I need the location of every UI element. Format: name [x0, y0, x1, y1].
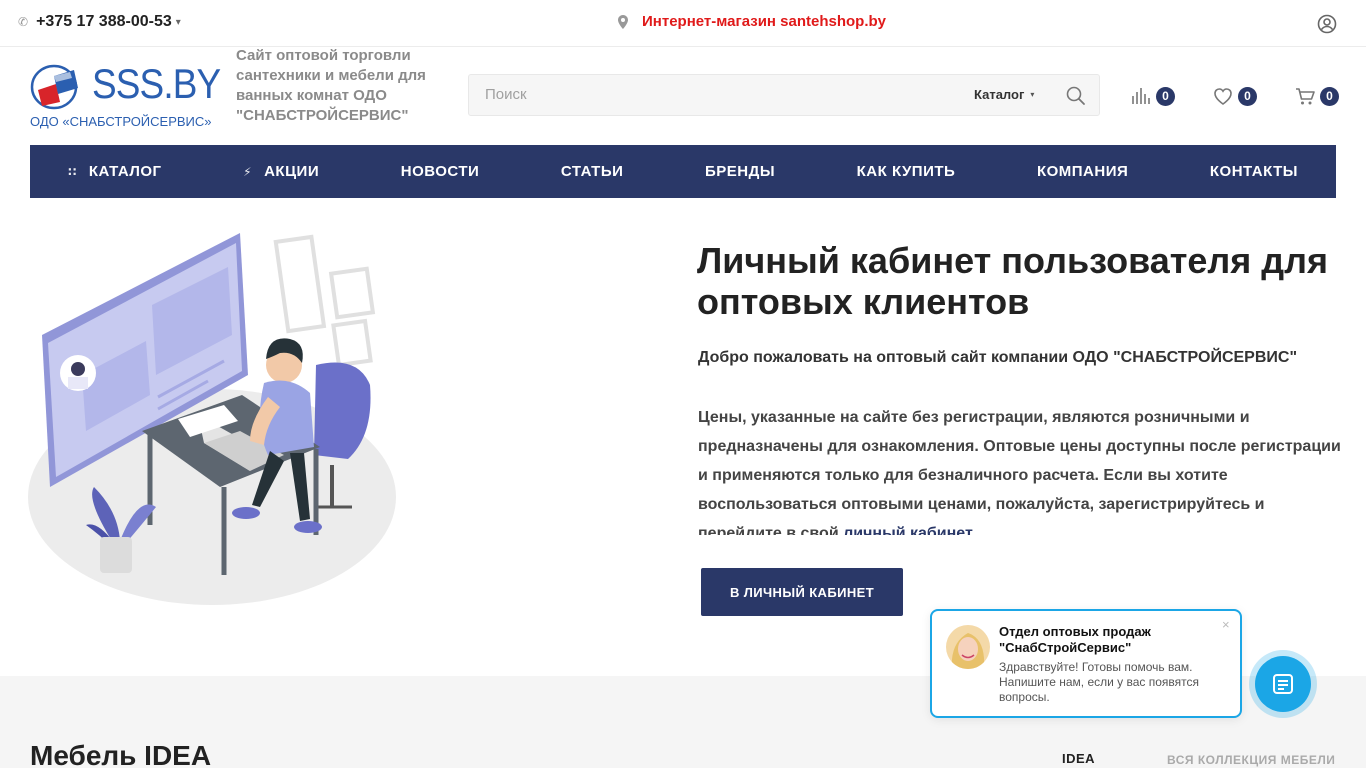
office-worker-illustration [28, 233, 396, 605]
nav-item-label: КАТАЛОГ [88, 163, 162, 180]
nav-item-label: АКЦИИ [264, 163, 320, 180]
logo-subtitle: ОДО «СНАБСТРОЙСЕРВИС» [30, 114, 212, 129]
compare-button[interactable]: 0 [1130, 86, 1175, 106]
section-title: Мебель IDEA [30, 740, 212, 771]
personal-cabinet-link[interactable]: личный кабинет [843, 525, 973, 535]
welcome-text: Добро пожаловать на оптовый сайт компани… [698, 349, 1298, 366]
site-tagline: Сайт оптовой торговли сантехники и мебел… [236, 47, 426, 124]
phone-number: +375 17 388-00-53 [36, 13, 172, 30]
nav-item-news[interactable]: НОВОСТИ [401, 163, 480, 180]
hero-description-text: Цены, указанные на сайте без регистрации… [698, 409, 1341, 535]
nav-item-brands[interactable]: БРЕНДЫ [705, 163, 775, 180]
nav-item-catalog[interactable]: ∷ КАТАЛОГ [68, 163, 162, 180]
chevron-down-icon: ▾ [1030, 90, 1035, 99]
heart-icon [1214, 88, 1232, 105]
top-bar: ✆ +375 17 388-00-53 ▾ Интернет-магазин s… [0, 0, 1366, 47]
chevron-down-icon: ▾ [175, 16, 181, 28]
location-pin-icon [618, 14, 628, 29]
tab-all-collection[interactable]: ВСЯ КОЛЛЕКЦИЯ МЕБЕЛИ [1167, 753, 1335, 767]
phone-dropdown[interactable]: ✆ +375 17 388-00-53 ▾ [18, 13, 181, 31]
search-icon[interactable] [1065, 85, 1087, 107]
hero-description: Цены, указанные на сайте без регистрации… [698, 403, 1348, 535]
nav-item-articles[interactable]: СТАТЬИ [561, 163, 624, 180]
cart-icon [1296, 88, 1315, 105]
user-account-icon[interactable] [1317, 14, 1337, 34]
personal-cabinet-button[interactable]: В ЛИЧНЫЙ КАБИНЕТ [701, 568, 903, 616]
favorites-button[interactable]: 0 [1212, 86, 1257, 106]
logo-mark-icon [30, 64, 78, 110]
nav-item-label: НОВОСТИ [400, 163, 480, 180]
main-nav: ∷ КАТАЛОГ ⚡︎ АКЦИИ НОВОСТИ СТАТЬИ БРЕНДЫ… [30, 145, 1336, 198]
grid-icon: ∷ [68, 164, 77, 179]
cart-button[interactable]: 0 [1294, 86, 1339, 106]
favorites-count-badge: 0 [1238, 86, 1257, 106]
nav-item-label: КАК КУПИТЬ [856, 163, 956, 180]
chat-open-button[interactable] [1249, 650, 1317, 718]
search-input[interactable] [485, 86, 945, 103]
phone-icon: ✆ [18, 15, 29, 29]
nav-item-sales[interactable]: ⚡︎ АКЦИИ [243, 163, 319, 180]
tab-idea[interactable]: IDEA [1062, 751, 1095, 766]
chat-button-circle [1255, 656, 1311, 712]
compare-chart-icon [1132, 88, 1150, 104]
search-category-dropdown[interactable]: Каталог ▾ [974, 87, 1034, 102]
avatar [946, 625, 990, 669]
compare-count-badge: 0 [1156, 86, 1175, 106]
page-title: Личный кабинет пользователя для оптовых … [697, 240, 1329, 322]
nav-item-company[interactable]: КОМПАНИЯ [1037, 163, 1128, 180]
promo-text: Интернет-магазин santehshop.by [642, 13, 887, 30]
search-category-label: Каталог [974, 87, 1025, 102]
chat-title: Отдел оптовых продаж "СнабСтройСервис" [999, 624, 1151, 655]
search-bar: Каталог ▾ [468, 74, 1100, 116]
cart-count-badge: 0 [1320, 86, 1339, 106]
chat-message-icon [1273, 674, 1293, 694]
chat-popup[interactable]: Отдел оптовых продаж "СнабСтройСервис" З… [930, 609, 1242, 718]
lightning-icon: ⚡︎ [243, 164, 253, 179]
nav-item-label: КОМПАНИЯ [1036, 163, 1129, 180]
promo-link[interactable]: Интернет-магазин santehshop.by [618, 13, 886, 30]
nav-item-how-to-buy[interactable]: КАК КУПИТЬ [857, 163, 956, 180]
site-logo[interactable]: SSS.BY ОДО «СНАБСТРОЙСЕРВИС» [30, 60, 221, 132]
nav-item-label: СТАТЬИ [560, 163, 624, 180]
nav-item-label: БРЕНДЫ [705, 163, 776, 180]
logo-text: SSS.BY [92, 60, 221, 107]
nav-item-label: КОНТАКТЫ [1209, 163, 1298, 180]
chat-message: Здравствуйте! Готовы помочь вам. Напишит… [999, 660, 1200, 704]
nav-item-contacts[interactable]: КОНТАКТЫ [1210, 163, 1298, 180]
close-icon[interactable]: × [1222, 617, 1230, 632]
